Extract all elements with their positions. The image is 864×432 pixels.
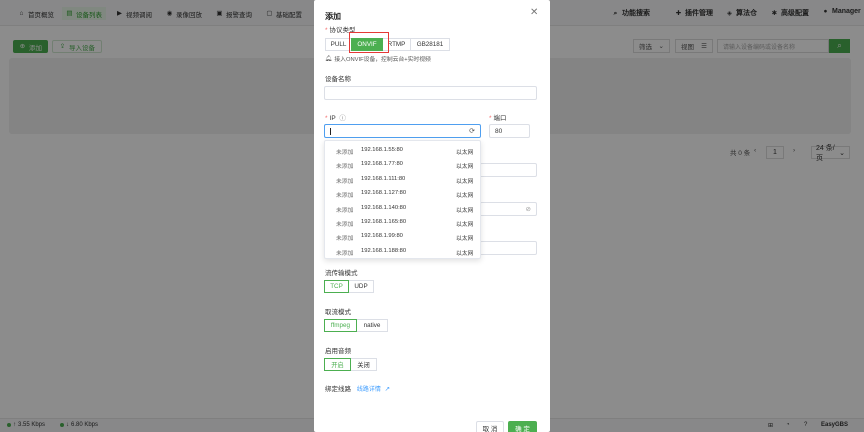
- pull-mode-ffmpeg-option[interactable]: ffmpeg: [324, 319, 357, 332]
- device-net-type: 以太网: [456, 150, 474, 156]
- required-mark: *: [325, 115, 328, 122]
- list-item[interactable]: 未添加 192.168.1.77:80 以太网: [325, 157, 482, 171]
- audio-label: 启用音频: [325, 348, 351, 355]
- external-link-icon[interactable]: ↗: [385, 386, 390, 393]
- list-item[interactable]: 未添加 192.168.1.99:80 以太网: [325, 229, 482, 243]
- ip-input[interactable]: ⟳: [324, 124, 481, 138]
- audio-on-option[interactable]: 开启: [324, 358, 351, 371]
- device-ip: 192.168.1.165:80: [361, 219, 407, 225]
- list-item[interactable]: 未添加 192.168.1.55:80 以太网: [325, 143, 482, 157]
- list-item[interactable]: 未添加 192.168.1.165:80 以太网: [325, 215, 482, 229]
- list-item[interactable]: 未添加 192.168.1.140:80 以太网: [325, 201, 482, 215]
- stream-transport-label: 流传输模式: [325, 270, 358, 277]
- protocol-onvif-option[interactable]: ONVIF: [351, 38, 383, 51]
- ip-suggestion-dropdown: 未添加 192.168.1.55:80 以太网 未添加 192.168.1.77…: [324, 140, 481, 259]
- protocol-hint-text: 接入ONVIF设备，控制云台+实时视频: [334, 57, 431, 63]
- protocol-pull-option[interactable]: PULL: [325, 38, 352, 51]
- device-ip: 192.168.1.77:80: [361, 161, 403, 168]
- protocol-hint: 🔔︎ 接入ONVIF设备，控制云台+实时视频: [325, 54, 431, 64]
- info-circle-icon[interactable]: ⓘ: [339, 115, 346, 122]
- device-status: 未添加: [336, 178, 354, 185]
- device-ip: 192.168.1.188:80: [361, 247, 407, 254]
- port-input-value: 80: [495, 127, 503, 135]
- device-ip: 192.168.1.55:80: [361, 147, 403, 153]
- device-name-input[interactable]: [324, 86, 537, 100]
- pull-mode-label: 取流模式: [325, 309, 351, 316]
- bind-route-label-text: 绑定线路: [325, 386, 351, 393]
- device-status: 未添加: [336, 150, 354, 156]
- device-net-type: 以太网: [456, 164, 474, 171]
- bind-route-label: 绑定线路 线路详情 ↗: [325, 383, 390, 393]
- device-status: 未添加: [336, 236, 354, 243]
- list-item[interactable]: 未添加 192.168.1.127:80 以太网: [325, 186, 482, 200]
- audio-off-option[interactable]: 关闭: [350, 358, 377, 371]
- device-ip: 192.168.1.127:80: [361, 190, 407, 197]
- list-item[interactable]: 未添加 192.168.1.188:80 以太网: [325, 244, 482, 258]
- device-status: 未添加: [336, 250, 354, 257]
- device-status: 未添加: [336, 193, 354, 200]
- refresh-icon[interactable]: ⟳: [469, 127, 475, 135]
- stream-transport-group: TCP UDP: [324, 280, 374, 293]
- device-ip: 192.168.1.140:80: [361, 204, 407, 211]
- ip-label-text: IP: [329, 115, 336, 122]
- device-status: 未添加: [336, 164, 354, 171]
- transport-udp-option[interactable]: UDP: [348, 280, 374, 293]
- transport-tcp-option[interactable]: TCP: [324, 280, 349, 293]
- device-status: 未添加: [336, 207, 354, 214]
- required-mark: *: [489, 115, 492, 122]
- pull-mode-group: ffmpeg native: [324, 319, 388, 332]
- list-item[interactable]: 未添加 192.168.1.111:80 以太网: [325, 172, 482, 186]
- route-details-link[interactable]: 线路详情: [357, 387, 381, 393]
- device-net-type: 以太网: [456, 236, 474, 243]
- device-net-type: 以太网: [456, 178, 474, 185]
- device-ip: 192.168.1.111:80: [361, 175, 406, 182]
- hidden-field-1[interactable]: [480, 163, 537, 177]
- device-ip: 192.168.1.99:80: [361, 233, 403, 240]
- port-input[interactable]: 80: [489, 124, 530, 138]
- hidden-field-2[interactable]: ⊘: [480, 202, 537, 216]
- eye-off-icon[interactable]: ⊘: [526, 205, 531, 213]
- ip-label: * IP ⓘ: [325, 112, 346, 122]
- port-label-text: 端口: [493, 115, 507, 122]
- device-status: 未添加: [336, 222, 354, 228]
- device-name-label: 设备名称: [325, 76, 351, 83]
- confirm-button[interactable]: 确 定: [508, 421, 537, 432]
- required-mark: *: [325, 27, 328, 34]
- device-net-type: 以太网: [456, 250, 474, 257]
- device-net-type: 以太网: [456, 222, 474, 228]
- pull-mode-native-option[interactable]: native: [356, 319, 388, 332]
- close-icon[interactable]: ✕: [530, 7, 538, 18]
- dialog-title: 添加: [325, 12, 341, 21]
- cancel-button[interactable]: 取 消: [476, 421, 504, 432]
- device-net-type: 以太网: [456, 193, 474, 200]
- port-label: * 端口: [489, 112, 507, 122]
- audio-group: 开启 关闭: [324, 358, 377, 371]
- protocol-gb28181-option[interactable]: GB28181: [410, 38, 450, 51]
- bell-icon: 🔔︎: [325, 55, 333, 62]
- hidden-field-3[interactable]: [480, 241, 537, 255]
- text-caret: [330, 127, 331, 135]
- device-net-type: 以太网: [456, 207, 474, 214]
